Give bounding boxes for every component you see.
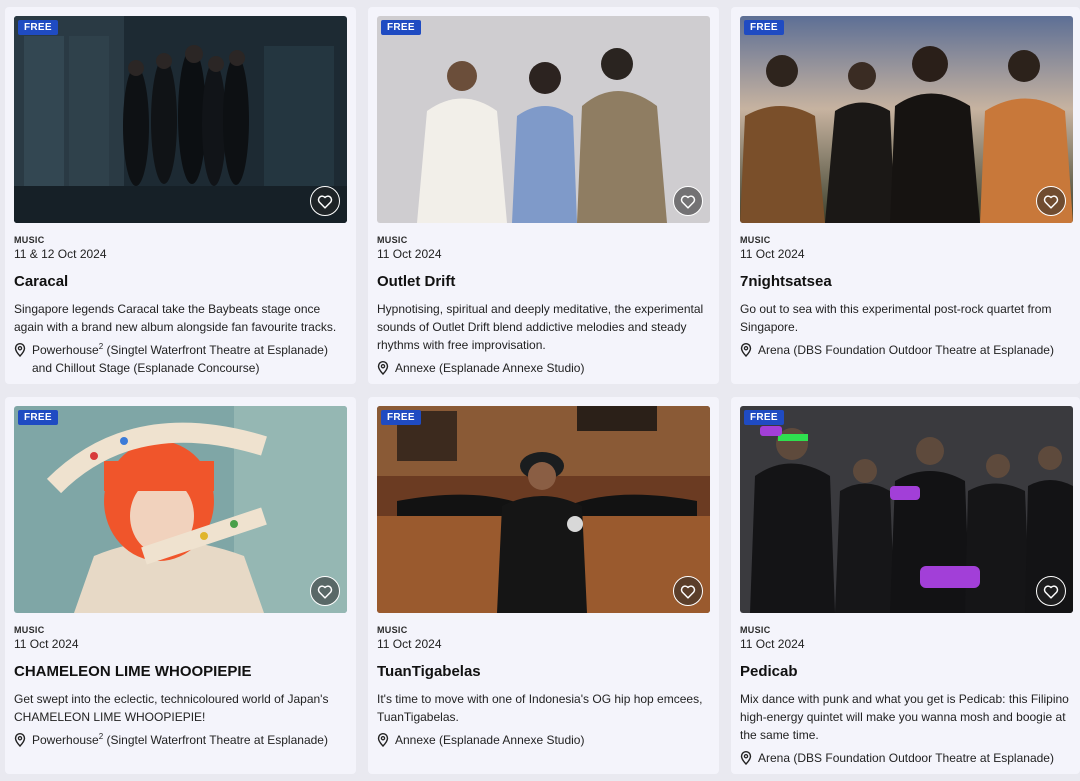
event-card-pedicab[interactable]: FREE MUSIC 11 Oct 2024 Pedicab Mix dance…: [731, 397, 1080, 774]
event-photo: [740, 406, 1073, 613]
event-venue: Annexe (Esplanade Annexe Studio): [377, 359, 710, 380]
heart-icon: [680, 584, 696, 599]
event-date: 11 & 12 Oct 2024: [14, 247, 107, 261]
event-title[interactable]: Pedicab: [740, 663, 1071, 680]
event-image[interactable]: FREE: [740, 16, 1073, 223]
heart-icon: [317, 584, 333, 599]
event-date: 11 Oct 2024: [377, 637, 442, 651]
favourite-button[interactable]: [1036, 186, 1066, 216]
event-date: 11 Oct 2024: [377, 247, 442, 261]
venue-name: Arena (DBS Foundation Outdoor Theatre at…: [758, 343, 1054, 357]
location-pin-icon: [740, 341, 758, 362]
venue-detail: (Singtel Waterfront Theatre at Esplanade…: [103, 733, 328, 747]
event-category: MUSIC: [740, 235, 771, 245]
event-card-7nightsatsea[interactable]: FREE MUSIC 11 Oct 2024 7nightsatsea Go o…: [731, 7, 1080, 384]
favourite-button[interactable]: [310, 186, 340, 216]
event-card-tuantigabelas[interactable]: FREE MUSIC 11 Oct 2024 TuanTigabelas It'…: [368, 397, 719, 774]
event-category: MUSIC: [14, 625, 45, 635]
event-date: 11 Oct 2024: [14, 637, 79, 651]
event-description: Singapore legends Caracal take the Baybe…: [14, 302, 337, 334]
event-title[interactable]: 7nightsatsea: [740, 273, 1071, 290]
free-badge: FREE: [18, 410, 58, 425]
venue-name: Powerhouse: [32, 343, 99, 357]
venue-name: Powerhouse: [32, 733, 99, 747]
free-badge: FREE: [744, 20, 784, 35]
event-description: Mix dance with punk and what you get is …: [740, 692, 1069, 742]
event-image[interactable]: FREE: [377, 16, 710, 223]
event-card-outlet-drift[interactable]: FREE MUSIC 11 Oct 2024 Outlet Drift Hypn…: [368, 7, 719, 384]
heart-icon: [680, 194, 696, 209]
event-title[interactable]: Outlet Drift: [377, 273, 710, 290]
venue-name: Annexe (Esplanade Annexe Studio): [395, 733, 585, 747]
location-pin-icon: [377, 731, 395, 752]
heart-icon: [1043, 194, 1059, 209]
venue-name: Arena (DBS Foundation Outdoor Theatre at…: [758, 751, 1054, 765]
event-image[interactable]: FREE: [14, 16, 347, 223]
event-category: MUSIC: [740, 625, 771, 635]
event-venue: Arena (DBS Foundation Outdoor Theatre at…: [740, 341, 1071, 362]
event-description: Hypnotising, spiritual and deeply medita…: [377, 302, 704, 352]
event-photo: [14, 16, 347, 223]
event-venue: Annexe (Esplanade Annexe Studio): [377, 731, 710, 752]
free-badge: FREE: [381, 20, 421, 35]
event-date: 11 Oct 2024: [740, 247, 805, 261]
event-title[interactable]: TuanTigabelas: [377, 663, 710, 680]
event-category: MUSIC: [377, 625, 408, 635]
location-pin-icon: [14, 731, 32, 752]
favourite-button[interactable]: [673, 186, 703, 216]
event-venue: Arena (DBS Foundation Outdoor Theatre at…: [740, 749, 1071, 770]
event-description: Get swept into the eclectic, technicolou…: [14, 692, 329, 724]
free-badge: FREE: [381, 410, 421, 425]
event-description: It's time to move with one of Indonesia'…: [377, 692, 703, 724]
event-venue: Powerhouse2 (Singtel Waterfront Theatre …: [14, 731, 347, 752]
event-grid: FREE MUSIC 11 & 12 Oct 2024 Caracal Sing…: [0, 0, 1080, 781]
event-venue: Powerhouse2 (Singtel Waterfront Theatre …: [14, 341, 347, 377]
event-date: 11 Oct 2024: [740, 637, 805, 651]
event-card-caracal[interactable]: FREE MUSIC 11 & 12 Oct 2024 Caracal Sing…: [5, 7, 356, 384]
heart-icon: [317, 194, 333, 209]
location-pin-icon: [14, 341, 32, 377]
event-image[interactable]: FREE: [14, 406, 347, 613]
event-image[interactable]: FREE: [740, 406, 1073, 613]
event-title[interactable]: Caracal: [14, 273, 347, 290]
favourite-button[interactable]: [673, 576, 703, 606]
event-card-chameleon-lime-whoopiepie[interactable]: FREE MUSIC 11 Oct 2024 CHAMELEON LIME WH…: [5, 397, 356, 774]
favourite-button[interactable]: [1036, 576, 1066, 606]
heart-icon: [1043, 584, 1059, 599]
event-description: Go out to sea with this experimental pos…: [740, 302, 1052, 334]
free-badge: FREE: [18, 20, 58, 35]
event-category: MUSIC: [14, 235, 45, 245]
location-pin-icon: [740, 749, 758, 770]
location-pin-icon: [377, 359, 395, 380]
event-photo: [14, 406, 347, 613]
event-image[interactable]: FREE: [377, 406, 710, 613]
event-category: MUSIC: [377, 235, 408, 245]
event-photo: [740, 16, 1073, 223]
venue-name: Annexe (Esplanade Annexe Studio): [395, 361, 585, 375]
free-badge: FREE: [744, 410, 784, 425]
event-title[interactable]: CHAMELEON LIME WHOOPIEPIE: [14, 663, 347, 680]
event-photo: [377, 16, 710, 223]
event-photo: [377, 406, 710, 613]
favourite-button[interactable]: [310, 576, 340, 606]
